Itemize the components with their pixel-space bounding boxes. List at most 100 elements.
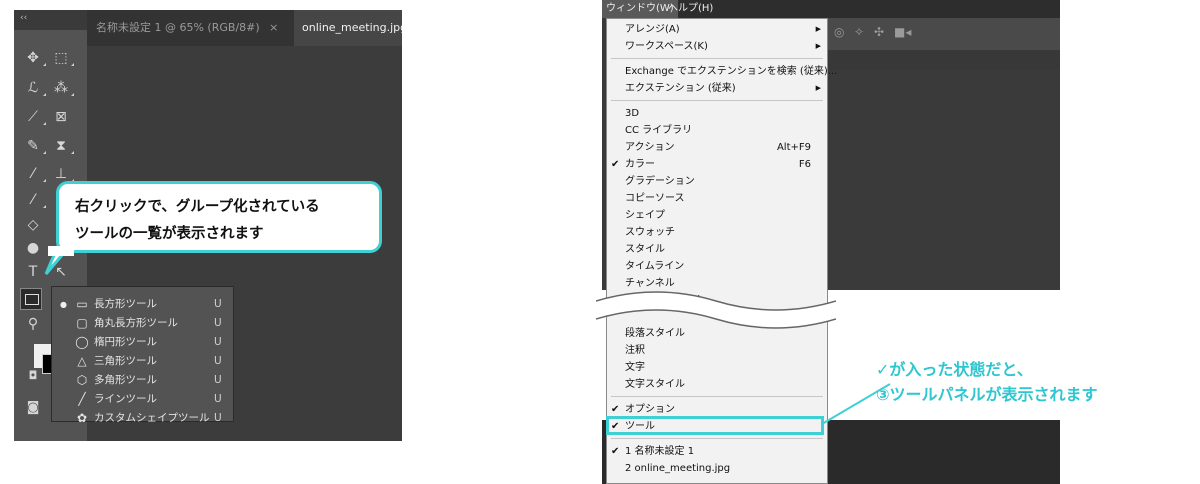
3d-orbit-icon[interactable]: ◎ (834, 25, 844, 39)
selected-bullet-icon: ● (60, 300, 67, 309)
paint-bucket-tool-icon[interactable]: ◇ (22, 215, 44, 235)
eyedropper-tool-icon[interactable]: ✎ (22, 136, 46, 156)
menu-item[interactable]: 注釈 (607, 342, 827, 359)
menu-item-label: グラデーション (625, 176, 695, 187)
rectangle-icon: ▭ (76, 297, 88, 311)
flyout-item[interactable]: ● ▭ 長方形ツール U (52, 295, 233, 314)
ellipse-icon: ◯ (75, 335, 89, 349)
polygon-icon: ⬡ (76, 373, 88, 387)
zoom-tool-icon[interactable]: ⚲ (22, 314, 44, 334)
flyout-item-shortcut: U (214, 298, 222, 310)
flyout-item[interactable]: ⬡ 多角形ツール U (52, 371, 233, 390)
menu-item[interactable]: 2 online_meeting.jpg (607, 460, 827, 477)
flyout-item-label: カスタムシェイプツール (94, 412, 210, 424)
flyout-item-shortcut: U (214, 374, 222, 386)
flyout-item-shortcut: U (214, 317, 222, 329)
flyout-item-label: ラインツール (94, 393, 157, 405)
brush-tool-icon[interactable]: ⁄ (22, 164, 46, 184)
rectangle-tool-button[interactable] (20, 288, 42, 310)
checkmark-icon: ✔ (611, 446, 620, 457)
menu-item-label: Exchange でエクステンションを検索 (従来)... (625, 66, 838, 77)
menu-separator (611, 100, 823, 101)
flyout-item[interactable]: ◯ 楕円形ツール U (52, 333, 233, 352)
triangle-icon: △ (77, 354, 87, 368)
menu-item[interactable]: ✔ カラー F6 (607, 156, 827, 173)
crop-tool-icon[interactable]: ⟋ (22, 107, 46, 127)
checkmark-icon: ✔ (611, 159, 620, 170)
menu-item-label: 2 online_meeting.jpg (625, 463, 731, 474)
menu-item[interactable]: CC ライブラリ (607, 122, 827, 139)
magic-wand-tool-icon[interactable]: ⁂ (50, 78, 74, 98)
menu-item-label: 3D (625, 108, 640, 119)
shape-tools-flyout-menu: ● ▭ 長方形ツール U ▢ 角丸長方形ツール U ◯ 楕円形ツール U △ 三角形ツール U ⬡ 多角形ツ… (51, 286, 234, 425)
3d-roll-icon[interactable]: ✧ (854, 25, 864, 39)
menu-item[interactable]: アクション Alt+F9 (607, 139, 827, 156)
move-tool-icon[interactable]: ✥ (22, 48, 46, 68)
menu-item-label: ワークスペース(K) (625, 41, 708, 52)
menu-item-label: カラー (625, 159, 655, 170)
annotation-line-1: ✓が入った状態だと、 (876, 360, 1033, 379)
swap-colors-icon[interactable]: ◘ (22, 366, 44, 386)
flyout-item-label: 角丸長方形ツール (94, 317, 178, 329)
menu-item[interactable]: 文字 (607, 359, 827, 376)
flyout-item-shortcut: U (214, 355, 222, 367)
frame-tool-icon[interactable]: ⊠ (50, 107, 72, 127)
submenu-arrow-icon: ▶ (815, 84, 821, 92)
document-tab-strip (828, 50, 1060, 70)
menu-item[interactable]: ✔ 1 名称未設定 1 (607, 443, 827, 460)
menu-item[interactable]: スウォッチ (607, 224, 827, 241)
tool-item-highlight (606, 416, 824, 435)
rectangle-tool-icon (25, 294, 39, 305)
document-tab-online-meeting[interactable]: online_meeting.jpg (294, 10, 402, 46)
document-tab-untitled[interactable]: 名称未設定 1 @ 65% (RGB/8#) × (96, 10, 294, 46)
submenu-arrow-icon: ▶ (815, 25, 821, 33)
flyout-item-label: 楕円形ツール (94, 336, 157, 348)
menu-item[interactable]: タイムライン (607, 258, 827, 275)
flyout-item-label: 長方形ツール (94, 298, 157, 310)
menu-item[interactable]: グラデーション (607, 173, 827, 190)
menu-omission-break (596, 291, 836, 329)
menu-item-label: アクション (625, 142, 675, 153)
3d-camera-icon[interactable]: ■◂ (894, 25, 911, 39)
line-icon: ╱ (78, 392, 86, 406)
history-brush-tool-icon[interactable]: ⁄ (22, 190, 46, 210)
flyout-item[interactable]: ▢ 角丸長方形ツール U (52, 314, 233, 333)
3d-pan-icon[interactable]: ✣ (874, 25, 884, 39)
annotation-line-2: ③ツールパネルが表示されます (876, 385, 1098, 404)
quick-mask-icon[interactable]: ◙ (22, 398, 44, 418)
menu-item-shortcut: Alt+F9 (776, 142, 811, 153)
menu-item[interactable]: エクステンション (従来) ▶ (607, 80, 827, 97)
healing-brush-tool-icon[interactable]: ⧗ (50, 136, 74, 156)
menu-item-label: 文字スタイル (625, 379, 685, 390)
submenu-arrow-icon: ▶ (815, 42, 821, 50)
menu-item-label: 1 名称未設定 1 (625, 446, 695, 457)
menu-item-label: シェイプ (625, 210, 665, 221)
flyout-item-label: 多角形ツール (94, 374, 157, 386)
menu-item[interactable]: シェイプ (607, 207, 827, 224)
menu-item[interactable]: スタイル (607, 241, 827, 258)
rounded-rectangle-icon: ▢ (76, 316, 88, 330)
menu-item[interactable]: 3D (607, 105, 827, 122)
menu-item-label: スウォッチ (625, 227, 675, 238)
menu-item-label: スタイル (625, 244, 665, 255)
menu-item[interactable]: コピーソース (607, 190, 827, 207)
menu-item[interactable]: アレンジ(A) ▶ (607, 21, 827, 38)
lasso-tool-icon[interactable]: ℒ (22, 78, 46, 98)
menu-item-label: CC ライブラリ (625, 125, 693, 136)
collapse-panel-icon[interactable]: ‹‹ (20, 13, 27, 23)
marquee-tool-icon[interactable]: ⬚ (50, 48, 74, 68)
tab-close-icon[interactable]: × (269, 21, 278, 34)
menu-item[interactable]: Exchange でエクステンションを検索 (従来)... (607, 63, 837, 80)
menu-help[interactable]: ヘルプ(H) (664, 0, 717, 18)
flyout-item[interactable]: ╱ ラインツール U (52, 390, 233, 409)
flyout-item[interactable]: ✿ カスタムシェイプツール U (52, 409, 233, 428)
menu-separator (611, 438, 823, 439)
tooltip-line-2: ツールの一覧が表示されます (75, 226, 264, 242)
menu-item-label: アレンジ(A) (625, 24, 680, 35)
menu-item[interactable]: ワークスペース(K) ▶ (607, 38, 827, 55)
window-dropdown-menu: アレンジ(A) ▶ ワークスペース(K) ▶ Exchange でエクステンションを検索… (606, 18, 837, 484)
menu-item[interactable]: 文字スタイル (607, 376, 827, 393)
custom-shape-icon: ✿ (76, 411, 88, 425)
flyout-item-shortcut: U (214, 336, 222, 348)
flyout-item[interactable]: △ 三角形ツール U (52, 352, 233, 371)
